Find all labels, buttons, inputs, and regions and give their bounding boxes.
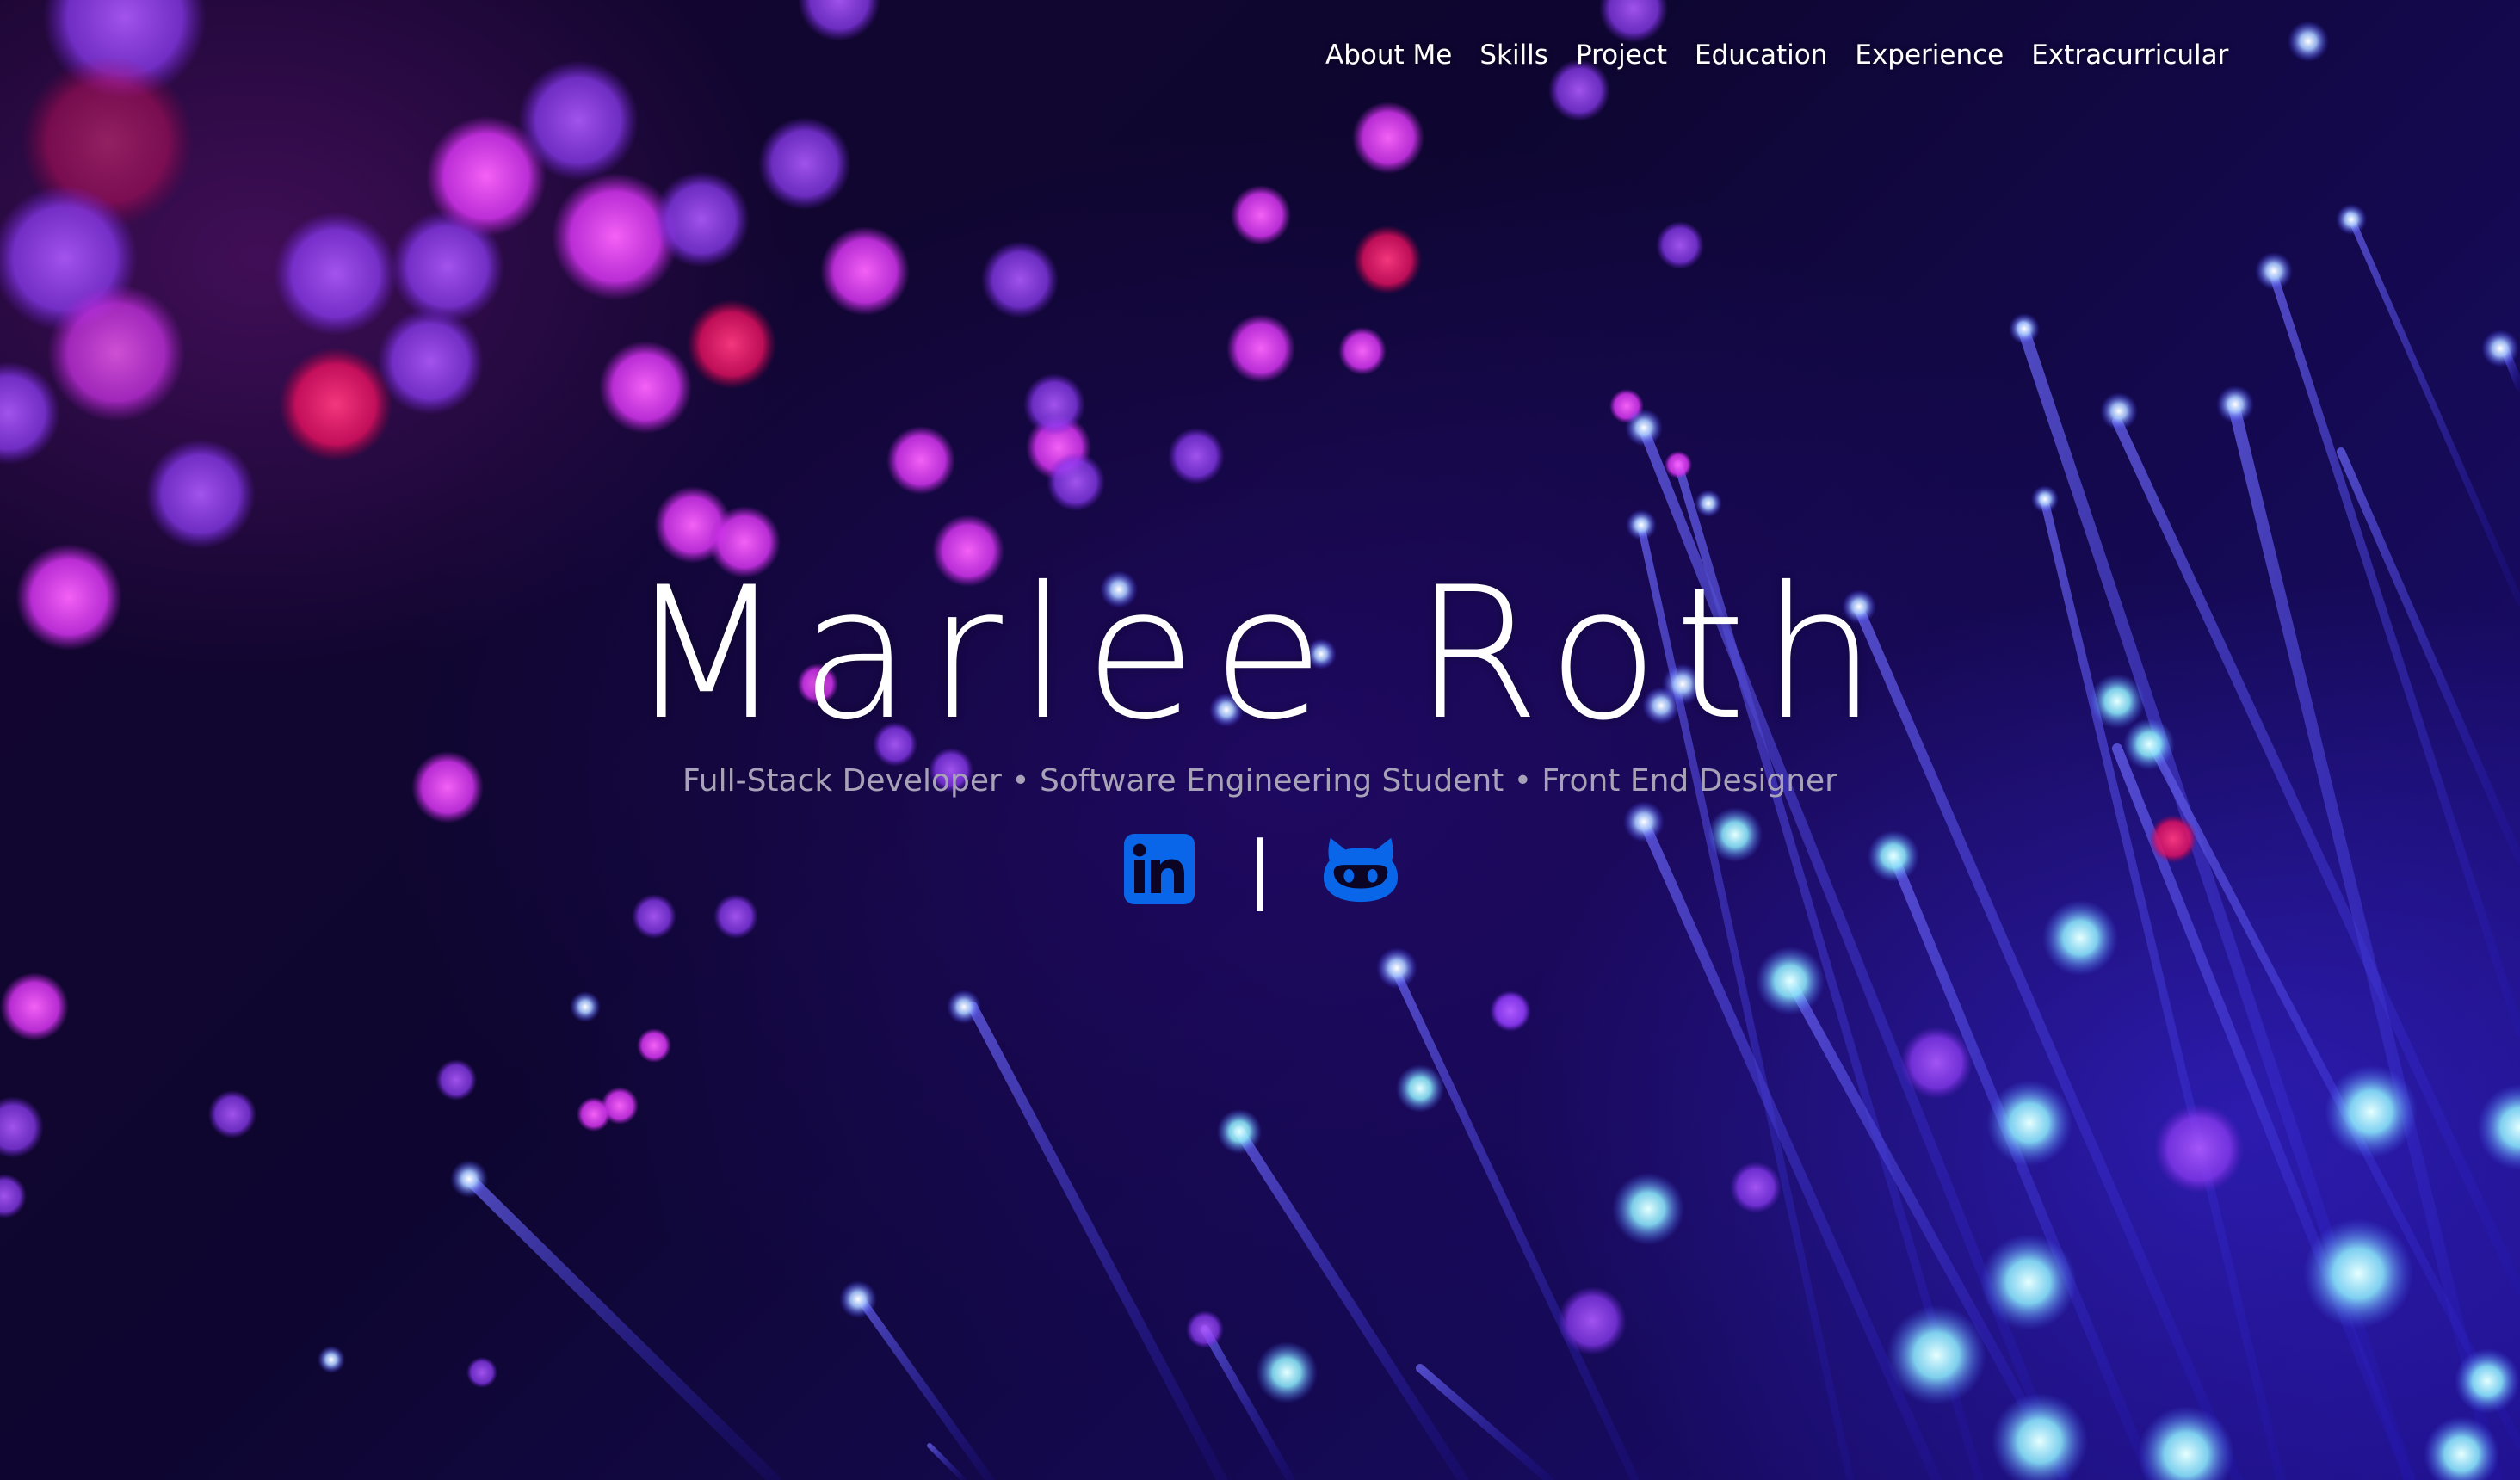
nav-item-project[interactable]: Project [1576,40,1667,71]
nav-item-extracurricular[interactable]: Extracurricular [2031,40,2228,71]
github-octocat-icon [1324,837,1399,903]
nav-item-skills[interactable]: Skills [1479,40,1548,71]
top-navigation: About Me Skills Project Education Experi… [1325,40,2228,71]
social-divider: | [1247,826,1273,912]
hero-name-title: Marlee Roth [627,547,1893,760]
linkedin-icon [1123,834,1195,904]
linkedin-link[interactable] [1121,830,1198,908]
hero-tagline: Full-Stack Developer • Software Engineer… [682,763,1838,799]
social-links: | [0,830,2520,908]
nav-item-experience[interactable]: Experience [1855,40,2004,71]
nav-item-about-me[interactable]: About Me [1325,40,1452,71]
nav-item-education[interactable]: Education [1695,40,1827,71]
github-link[interactable] [1322,830,1399,908]
hero-background: About Me Skills Project Education Experi… [0,0,2520,1480]
